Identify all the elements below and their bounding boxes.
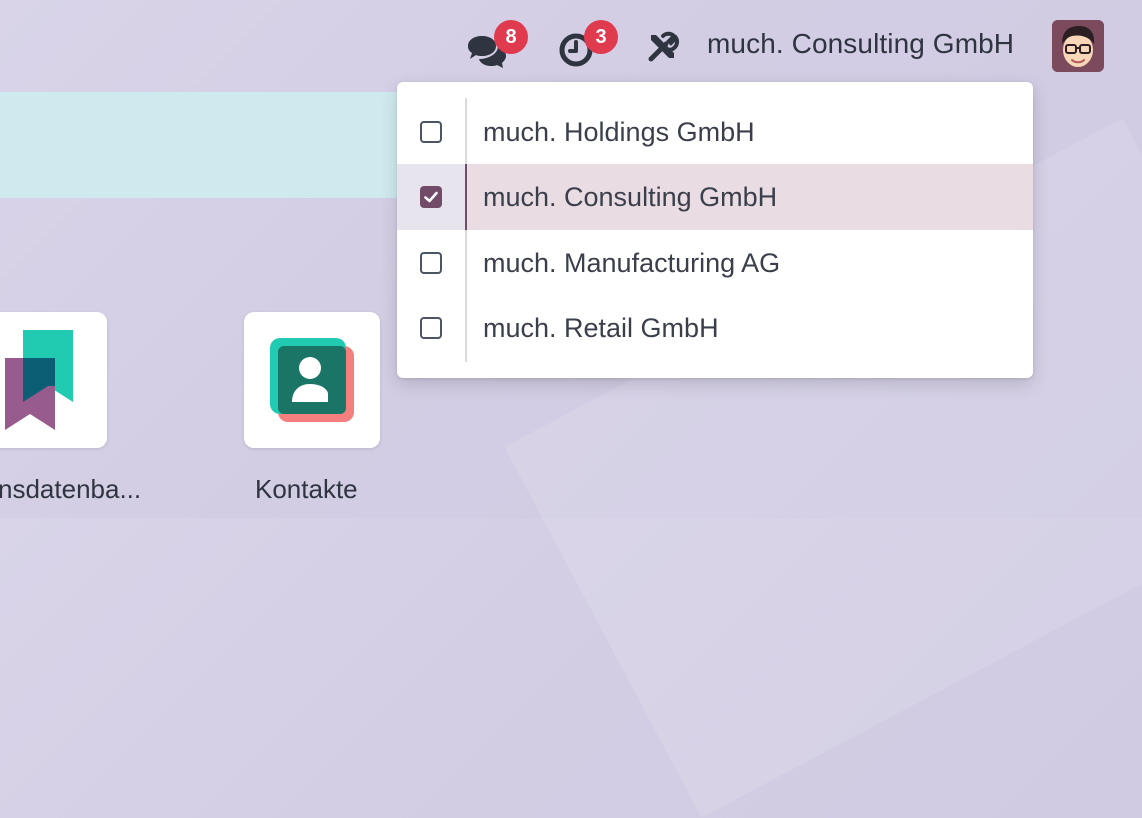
company-option-label: much. Manufacturing AG	[483, 248, 781, 278]
company-option-label: much. Holdings GmbH	[483, 117, 755, 147]
company-checkbox[interactable]	[420, 317, 442, 339]
company-dropdown-menu: much. Holdings GmbH much. Consulting Gmb…	[397, 82, 1033, 378]
company-option[interactable]: much. Holdings GmbH	[397, 99, 1033, 165]
company-checkbox[interactable]	[420, 121, 442, 143]
company-switcher[interactable]: much. Consulting GmbH	[707, 28, 1014, 60]
user-avatar[interactable]	[1052, 20, 1104, 72]
company-option[interactable]: much. Retail GmbH	[397, 295, 1033, 361]
activities-count-badge: 3	[584, 20, 618, 54]
messages-count-badge: 8	[494, 20, 528, 54]
company-option[interactable]: much. Manufacturing AG	[397, 230, 1033, 296]
company-option-label: much. Consulting GmbH	[483, 182, 778, 212]
tools-icon	[648, 31, 680, 62]
company-option-checkbox-cell[interactable]	[397, 164, 466, 230]
active-indicator	[465, 164, 467, 230]
activities-button[interactable]: 3	[558, 20, 618, 68]
company-option-checkbox-cell[interactable]	[397, 295, 466, 361]
app-tile-contacts[interactable]	[244, 312, 380, 448]
company-option-checkbox-cell[interactable]	[397, 230, 466, 296]
contacts-icon	[270, 338, 354, 422]
company-checkbox-checked[interactable]	[420, 186, 442, 208]
messages-button[interactable]: 8	[464, 20, 528, 68]
app-tile-knowledge[interactable]	[0, 312, 107, 448]
app-label-knowledge: nsdatenba...	[0, 474, 142, 504]
avatar-face-icon	[1052, 20, 1104, 72]
bookmarks-icon	[5, 330, 73, 430]
info-banner	[0, 92, 420, 198]
top-navbar: 8 3 much. Consulting GmbH	[0, 0, 1142, 92]
company-option-selected[interactable]: much. Consulting GmbH	[397, 164, 1033, 230]
company-checkbox[interactable]	[420, 252, 442, 274]
company-option-checkbox-cell[interactable]	[397, 99, 466, 165]
company-option-label: much. Retail GmbH	[483, 313, 719, 343]
app-label-contacts: Kontakte	[255, 474, 358, 504]
checkmark-icon	[424, 191, 438, 203]
developer-tools-button[interactable]	[646, 30, 682, 66]
